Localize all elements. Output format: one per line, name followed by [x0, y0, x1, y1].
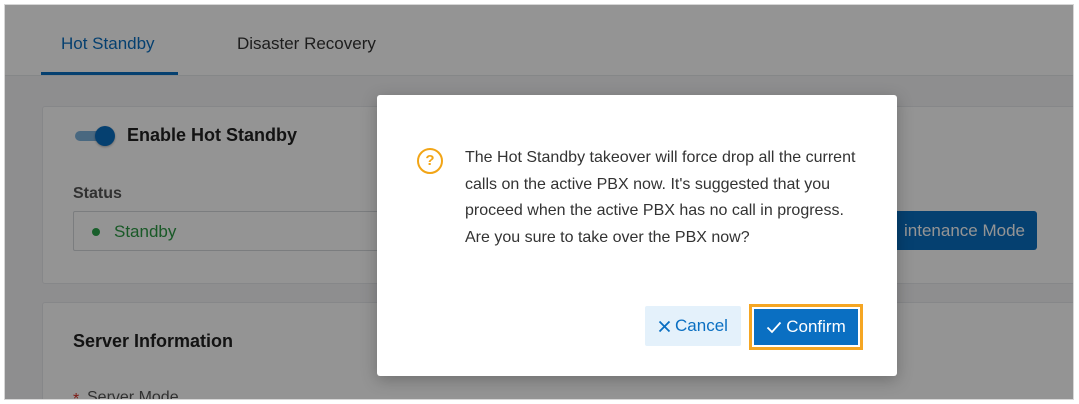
- confirm-button[interactable]: Confirm: [754, 309, 858, 345]
- close-icon: [658, 320, 671, 333]
- takeover-confirm-dialog: ? The Hot Standby takeover will force dr…: [377, 95, 897, 376]
- confirm-button-highlight: Confirm: [749, 304, 863, 350]
- confirm-label: Confirm: [786, 317, 846, 336]
- cancel-button[interactable]: Cancel: [645, 306, 741, 346]
- dialog-message: The Hot Standby takeover will force drop…: [465, 149, 856, 246]
- cancel-label: Cancel: [675, 316, 728, 335]
- checkmark-icon: [767, 321, 782, 334]
- question-circle-icon: ?: [417, 148, 443, 174]
- app-frame: Hot Standby Disaster Recovery Enable Hot…: [4, 4, 1074, 400]
